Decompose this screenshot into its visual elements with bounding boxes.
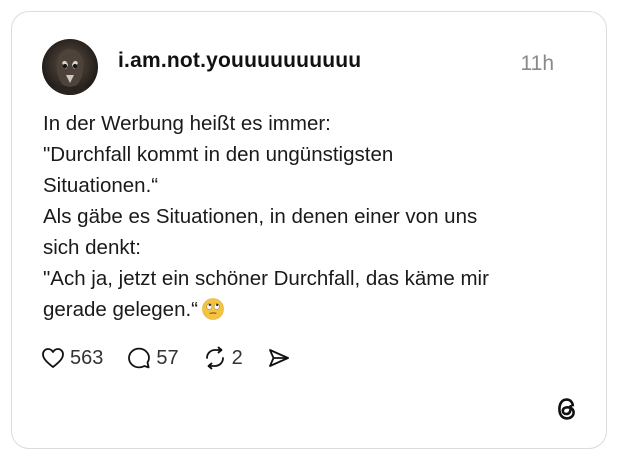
post-text-line-last: gerade gelegen.“ — [43, 294, 563, 325]
like-button[interactable]: 563 — [41, 347, 103, 370]
post-text-line: sich denkt: — [43, 236, 141, 259]
heart-icon — [42, 348, 64, 368]
post-timestamp: 11h — [520, 52, 554, 75]
post-card[interactable]: i.am.not.youuuuuuuuuu 11h In der Werbung… — [11, 11, 607, 449]
repost-button[interactable]: 2 — [203, 346, 243, 370]
repost-count: 2 — [231, 346, 243, 369]
threads-logo-icon — [558, 398, 575, 420]
comment-bubble-icon — [128, 347, 151, 369]
comment-count: 57 — [156, 346, 179, 369]
post-text-line: "Durchfall kommt in den ungünstigsten — [43, 143, 394, 166]
username-link[interactable]: i.am.not.youuuuuuuuuu — [118, 49, 361, 73]
share-button[interactable] — [267, 347, 291, 369]
comment-button[interactable]: 57 — [127, 346, 179, 370]
like-count: 563 — [70, 346, 104, 369]
post-body: In der Werbung heißt es immer: "Durchfal… — [43, 108, 563, 325]
post-text-line: In der Werbung heißt es immer: — [43, 112, 331, 135]
post-text-line: Als gäbe es Situationen, in denen einer … — [43, 205, 478, 228]
avatar-image-icon — [50, 49, 90, 95]
post-actions-bar: 563 57 2 — [41, 345, 315, 371]
repost-icon — [205, 346, 224, 370]
avatar[interactable] — [42, 39, 98, 95]
post-text-line: "Ach ja, jetzt ein schöner Durchfall, da… — [43, 267, 489, 290]
post-text-last: gerade gelegen.“ — [43, 298, 199, 321]
rolling-eyes-emoji-icon — [202, 298, 224, 320]
post-text-line: Situationen.“ — [43, 174, 159, 197]
send-icon — [268, 349, 289, 367]
